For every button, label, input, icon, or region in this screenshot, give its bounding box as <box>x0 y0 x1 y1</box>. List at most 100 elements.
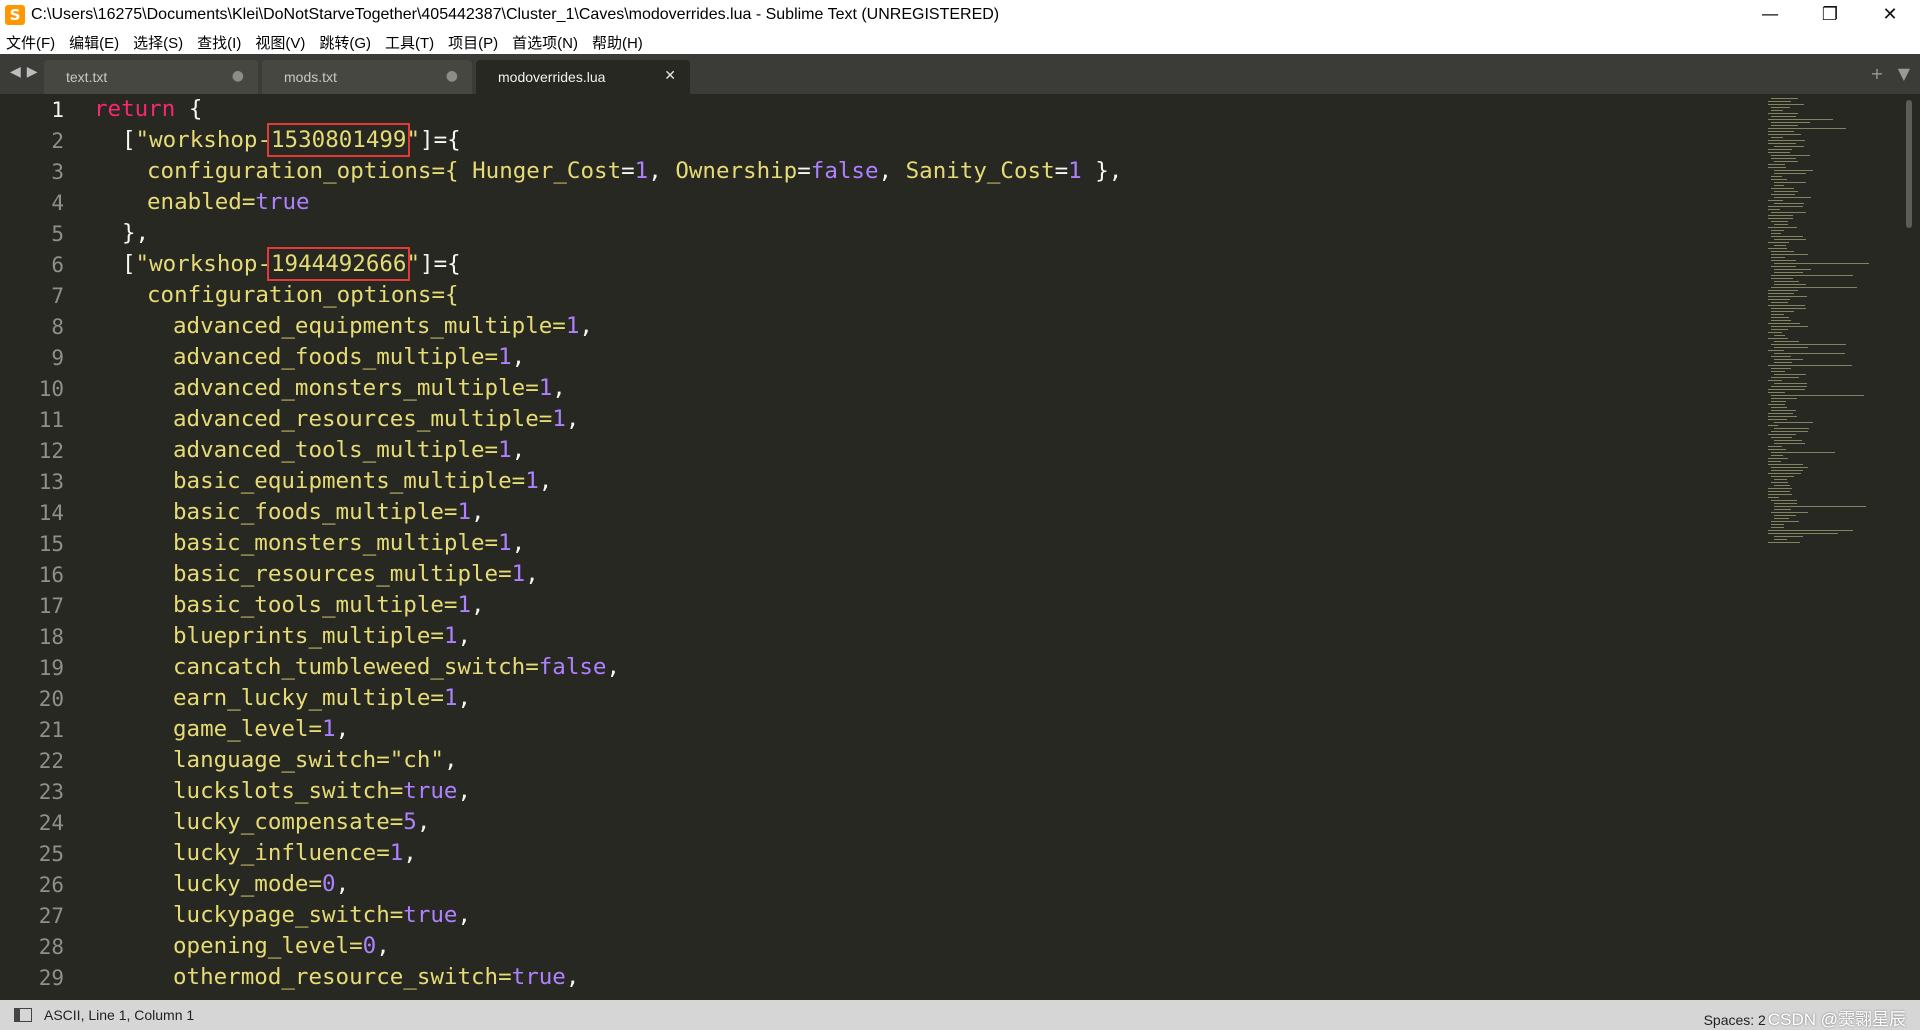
code-line[interactable]: language_switch="ch", <box>173 745 457 776</box>
code-line[interactable]: advanced_foods_multiple=1, <box>173 342 525 373</box>
code-text: = <box>621 158 635 184</box>
minimap-line <box>1768 140 1805 141</box>
code-text: , <box>525 561 539 587</box>
code-line[interactable]: earn_lucky_multiple=1, <box>173 683 471 714</box>
sidebar-toggle-icon[interactable] <box>14 1008 32 1022</box>
unsaved-dot-icon[interactable]: ● <box>446 68 458 84</box>
code-text: enabled= <box>147 189 256 215</box>
code-text: , <box>376 933 390 959</box>
code-line[interactable]: advanced_tools_multiple=1, <box>173 435 525 466</box>
minimize-button[interactable]: — <box>1740 0 1800 30</box>
minimap-line <box>1771 137 1784 138</box>
code-line[interactable]: advanced_equipments_multiple=1, <box>173 311 593 342</box>
number-token: 1 <box>552 406 566 432</box>
minimap-line <box>1771 467 1808 468</box>
status-position[interactable]: ASCII, Line 1, Column 1 <box>44 1007 194 1023</box>
new-tab-plus-icon[interactable]: + <box>1870 64 1883 83</box>
code-line[interactable]: enabled=true <box>147 187 310 218</box>
code-line[interactable]: lucky_mode=0, <box>173 869 349 900</box>
tab-mods-txt[interactable]: mods.txt ● <box>262 60 472 94</box>
boolean-token: false <box>810 158 879 184</box>
minimap-line <box>1771 257 1785 258</box>
minimap-line <box>1774 341 1799 342</box>
code-line[interactable]: othermod_resource_switch=true, <box>173 962 579 993</box>
minimap-line <box>1771 212 1806 213</box>
minimap-line <box>1768 533 1838 534</box>
minimap-line <box>1771 278 1793 279</box>
menu-edit[interactable]: 编辑(E) <box>63 32 125 53</box>
menu-goto[interactable]: 跳转(G) <box>313 32 377 53</box>
scrollbar-thumb[interactable] <box>1906 100 1912 228</box>
menu-project[interactable]: 项目(P) <box>442 32 504 53</box>
code-line[interactable]: ["workshop-1530801499"]={ <box>122 123 461 157</box>
code-text: ]={ <box>420 251 461 277</box>
vertical-scrollbar[interactable] <box>1898 94 1920 1000</box>
minimap-line <box>1774 479 1788 480</box>
minimap[interactable] <box>1762 94 1892 1000</box>
minimap-line <box>1774 185 1785 186</box>
code-text: ]={ <box>420 127 461 153</box>
number-token: 0 <box>322 871 336 897</box>
code-text: lucky_compensate= <box>173 809 404 835</box>
code-line[interactable]: ["workshop-1944492666"]={ <box>122 247 461 281</box>
code-line[interactable]: opening_level=0, <box>173 931 390 962</box>
number-token: 1 <box>1068 158 1082 184</box>
code-line[interactable]: game_level=1, <box>173 714 349 745</box>
code-line[interactable]: return { <box>94 94 202 125</box>
code-line[interactable]: configuration_options={ <box>147 280 459 311</box>
code-line[interactable]: advanced_monsters_multiple=1, <box>173 373 566 404</box>
code-line[interactable]: basic_resources_multiple=1, <box>173 559 539 590</box>
code-line[interactable]: basic_foods_multiple=1, <box>173 497 485 528</box>
close-window-button[interactable]: ✕ <box>1860 0 1920 30</box>
minimap-line <box>1768 392 1786 393</box>
code-line[interactable]: lucky_influence=1, <box>173 838 417 869</box>
number-token: 1 <box>443 685 458 711</box>
code-text: , <box>511 530 526 556</box>
code-line[interactable]: blueprints_multiple=1, <box>173 621 471 652</box>
minimap-line <box>1771 287 1858 288</box>
code-line[interactable]: basic_equipments_multiple=1, <box>173 466 552 497</box>
menu-file[interactable]: 文件(F) <box>0 32 61 53</box>
code-line[interactable]: luckypage_switch=true, <box>173 900 471 931</box>
minimap-line <box>1768 542 1801 543</box>
menu-help[interactable]: 帮助(H) <box>586 32 649 53</box>
code-line[interactable]: lucky_compensate=5, <box>173 807 430 838</box>
minimap-line <box>1774 197 1811 198</box>
minimap-line <box>1771 251 1795 252</box>
tab-text-txt[interactable]: text.txt ● <box>44 60 258 94</box>
code-line[interactable]: luckslots_switch=true, <box>173 776 471 807</box>
tab-list-dropdown-icon[interactable]: ▼ <box>1898 64 1910 83</box>
minimap-line <box>1771 524 1784 525</box>
string-token: " <box>406 127 421 153</box>
menu-view[interactable]: 视图(V) <box>249 32 311 53</box>
code-line[interactable]: configuration_options={ Hunger_Cost=1, O… <box>147 156 1122 187</box>
minimap-line <box>1771 317 1789 318</box>
unsaved-dot-icon[interactable]: ● <box>232 68 244 84</box>
minimap-line <box>1774 281 1800 282</box>
tab-modoverrides-lua[interactable]: modoverrides.lua ✕ <box>476 60 690 94</box>
code-line[interactable]: basic_monsters_multiple=1, <box>173 528 525 559</box>
tab-forward-icon[interactable]: ▶ <box>27 64 38 80</box>
minimap-line <box>1768 164 1786 165</box>
tab-tools: + ▼ <box>1870 64 1910 83</box>
tab-back-icon[interactable]: ◀ <box>10 64 21 80</box>
minimap-line <box>1768 464 1803 465</box>
menu-preferences[interactable]: 首选项(N) <box>506 32 584 53</box>
minimap-line <box>1771 233 1782 234</box>
code-text: Hunger_Cost <box>472 158 622 184</box>
code-line[interactable]: basic_tools_multiple=1, <box>173 590 485 621</box>
minimap-line <box>1768 446 1782 447</box>
code-line[interactable]: cancatch_tumbleweed_switch=false, <box>173 652 620 683</box>
minimap-line <box>1771 482 1788 483</box>
minimap-line <box>1774 335 1785 336</box>
indentation-setting[interactable]: Spaces: 2 <box>1704 1012 1766 1028</box>
code-line[interactable]: advanced_resources_multiple=1, <box>173 404 579 435</box>
code-text: language_switch= <box>173 747 390 773</box>
menu-tools[interactable]: 工具(T) <box>379 32 440 53</box>
menu-selection[interactable]: 选择(S) <box>127 32 189 53</box>
close-tab-icon[interactable]: ✕ <box>664 68 676 84</box>
maximize-button[interactable]: ❐ <box>1800 0 1860 30</box>
code-editor[interactable]: return { ["workshop-1530801499"]={ confi… <box>0 94 1760 1000</box>
menu-find[interactable]: 查找(I) <box>191 32 247 53</box>
code-line[interactable]: }, <box>122 218 149 249</box>
